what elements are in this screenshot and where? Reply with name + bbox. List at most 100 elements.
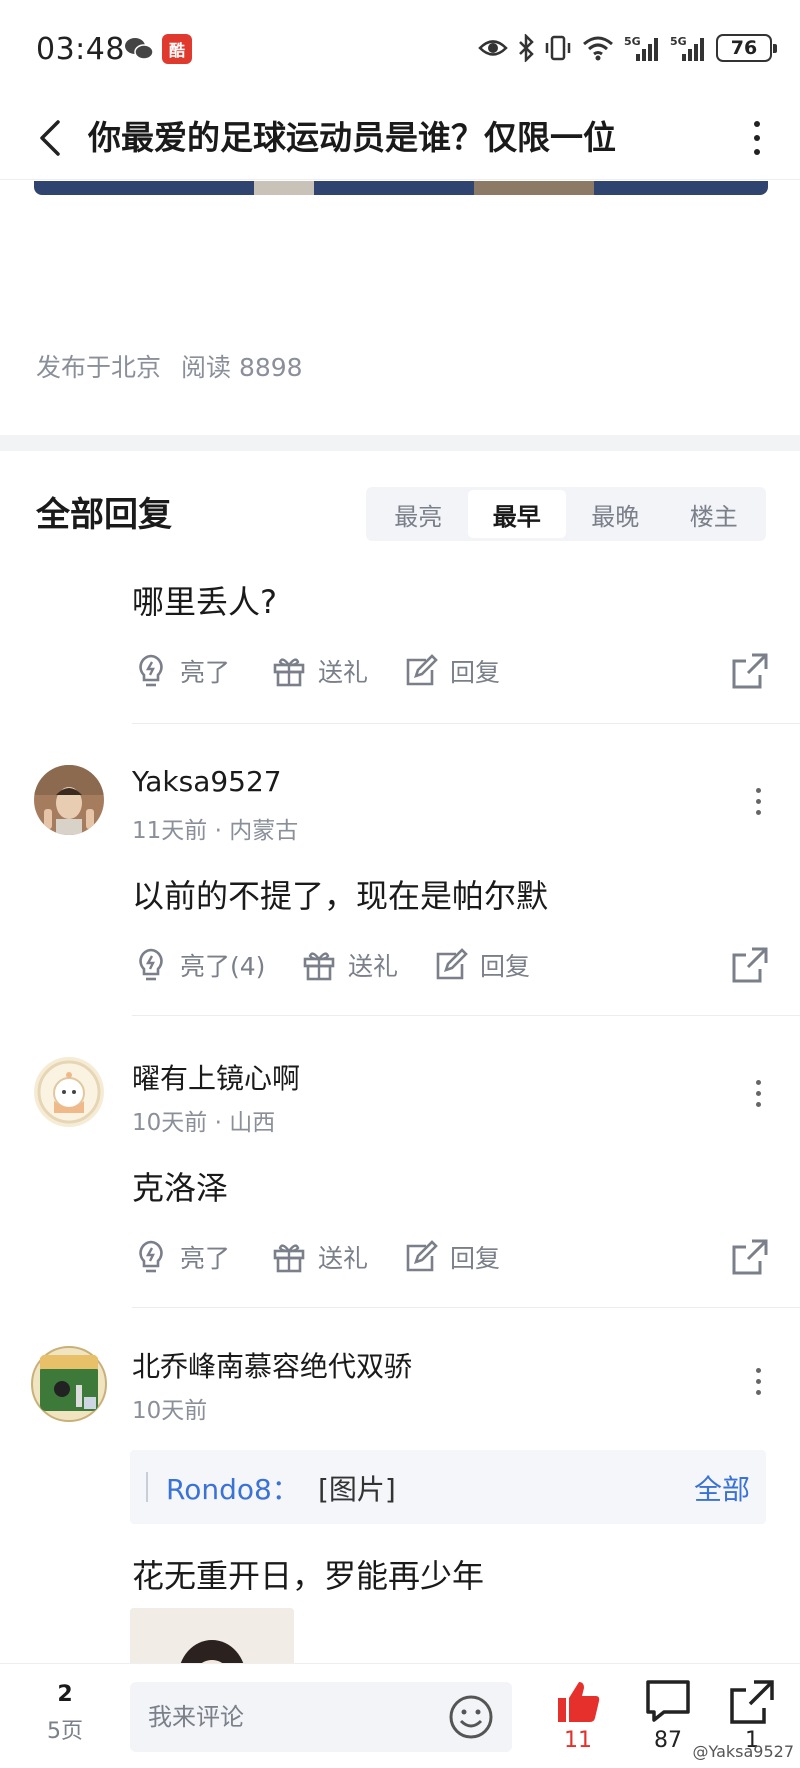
signal-5g-icon: 5G <box>670 35 704 61</box>
battery-icon: 76 <box>716 34 777 62</box>
status-bar: 03:48 酷 5G 5G 76 <box>0 0 800 100</box>
post-image-bottom-edge[interactable] <box>34 181 768 195</box>
emoji-icon[interactable] <box>448 1694 494 1740</box>
like-post-button[interactable]: 11 <box>548 1678 608 1753</box>
page-indicator[interactable]: 2 5页 <box>34 1682 96 1745</box>
reply-label: 回复 <box>480 952 531 981</box>
share-icon <box>730 1680 774 1724</box>
quote-bar <box>146 1472 148 1502</box>
quote-text: [图片] <box>318 1473 396 1506</box>
comment-username[interactable]: 曜有上镜心啊 <box>132 1057 300 1097</box>
post-meta: 发布于北京 阅读 8898 <box>36 348 303 384</box>
svg-text:5G: 5G <box>624 35 641 48</box>
reply-button[interactable]: 回复 <box>402 1233 500 1281</box>
chevron-left-icon <box>40 120 60 156</box>
comment-divider <box>132 1307 800 1308</box>
status-time: 03:48 <box>36 32 125 67</box>
replies-title: 全部回复 <box>36 495 172 535</box>
comments-button[interactable]: 87 <box>638 1678 698 1753</box>
tab-earliest[interactable]: 最早 <box>467 490 566 538</box>
gift-label: 送礼 <box>318 658 369 687</box>
edit-icon <box>436 948 468 980</box>
svg-text:5G: 5G <box>670 35 687 48</box>
reply-label: 回复 <box>450 1244 501 1273</box>
comment-actions: 亮了 送礼 回复 <box>132 647 770 695</box>
like-button[interactable]: 亮了(4) <box>132 941 265 989</box>
share-icon[interactable] <box>730 1237 770 1277</box>
bluetooth-icon <box>519 34 534 62</box>
top-nav: 你最爱的足球运动员是谁？仅限一位 <box>0 100 800 180</box>
lightbulb-icon <box>139 1240 163 1273</box>
quote-username[interactable]: Rondo8： <box>166 1468 300 1508</box>
edit-icon <box>406 1240 438 1272</box>
lightbulb-icon <box>139 654 163 687</box>
gift-icon <box>273 1244 305 1273</box>
gift-label: 送礼 <box>318 1244 369 1273</box>
avatar[interactable] <box>34 1057 104 1127</box>
tab-op-only[interactable]: 楼主 <box>665 490 764 538</box>
comment-username[interactable]: Yaksa9527 <box>132 765 282 798</box>
comment-count: 87 <box>654 1728 682 1753</box>
avatar[interactable] <box>34 765 104 835</box>
avatar[interactable] <box>30 1345 108 1423</box>
signal-5g-icon: 5G <box>624 35 658 61</box>
tab-brightest[interactable]: 最亮 <box>369 490 468 538</box>
back-button[interactable] <box>28 116 72 160</box>
sort-tabs: 最亮 最早 最晚 楼主 <box>366 487 766 541</box>
comment-content: 克洛泽 <box>132 1169 229 1207</box>
comment-input[interactable] <box>148 1703 448 1731</box>
comment-bubble-icon <box>646 1680 690 1722</box>
reply-button[interactable]: 回复 <box>432 941 530 989</box>
quoted-reply[interactable]: Rondo8： [图片] 全部 <box>130 1450 766 1524</box>
like-button[interactable]: 亮了 <box>132 1233 230 1281</box>
gift-label: 送礼 <box>348 952 399 981</box>
reply-label: 回复 <box>450 658 501 687</box>
share-icon[interactable] <box>730 945 770 985</box>
comment-content: 哪里丢人? <box>132 583 277 621</box>
page-total: 5页 <box>47 1719 83 1744</box>
gift-button[interactable]: 送礼 <box>300 941 398 989</box>
gift-icon <box>303 952 335 981</box>
gift-icon <box>273 658 305 687</box>
status-right-icons: 5G 5G 76 <box>478 34 777 62</box>
replies-header: 全部回复 最亮 最早 最晚 楼主 <box>0 451 800 571</box>
comment-more-button[interactable] <box>746 1073 770 1113</box>
watermark: @Yaksa9527 <box>692 1742 795 1761</box>
eye-icon <box>478 40 508 56</box>
wifi-icon <box>583 36 613 61</box>
app-badge-icon: 酷 <box>162 34 192 64</box>
quote-expand-link[interactable]: 全部 <box>694 1468 750 1508</box>
comment-username[interactable]: 北乔峰南慕容绝代双骄 <box>132 1345 412 1385</box>
comment-actions: 亮了(4) 送礼 回复 <box>132 941 770 989</box>
bottom-bar: 2 5页 11 87 1 <box>0 1663 800 1768</box>
like-label: 亮了 <box>180 658 231 687</box>
comment-content: 花无重开日，罗能再少年 <box>132 1557 485 1595</box>
post-reads: 阅读 8898 <box>181 353 303 382</box>
share-icon[interactable] <box>730 651 770 691</box>
edit-icon <box>406 654 438 686</box>
wechat-icon <box>125 38 154 60</box>
comment-meta: 10天前 · 山西 <box>132 1110 276 1136</box>
vibrate-icon <box>545 35 571 61</box>
like-button[interactable]: 亮了 <box>132 647 230 695</box>
tab-latest[interactable]: 最晚 <box>566 490 665 538</box>
post-location: 发布于北京 <box>36 353 162 382</box>
comment-divider <box>132 723 800 724</box>
page-title: 你最爱的足球运动员是谁？仅限一位 <box>88 118 616 157</box>
page-current: 2 <box>57 1682 73 1707</box>
thumbs-up-icon <box>558 1682 600 1722</box>
comment-actions: 亮了 送礼 回复 <box>132 1233 770 1281</box>
like-label: 亮了(4) <box>180 952 266 981</box>
like-label: 亮了 <box>180 1244 231 1273</box>
reply-button[interactable]: 回复 <box>402 647 500 695</box>
more-options-button[interactable] <box>742 114 772 162</box>
comment-more-button[interactable] <box>746 781 770 821</box>
comment-meta: 11天前 · 内蒙古 <box>132 818 299 844</box>
gift-button[interactable]: 送礼 <box>270 647 368 695</box>
gift-button[interactable]: 送礼 <box>270 1233 368 1281</box>
lightbulb-icon <box>139 948 163 981</box>
comment-more-button[interactable] <box>746 1361 770 1401</box>
notification-icons: 酷 <box>124 34 192 64</box>
comment-input-box[interactable] <box>130 1682 512 1752</box>
section-divider <box>0 435 800 451</box>
